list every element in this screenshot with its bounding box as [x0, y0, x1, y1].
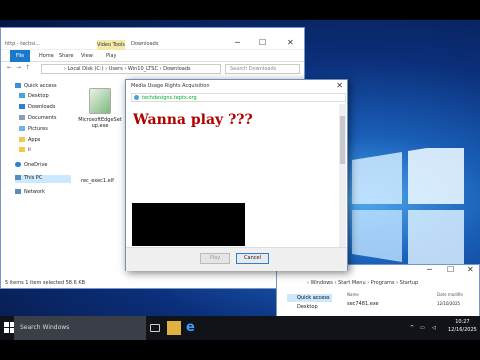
sidebar-item-downloads[interactable]: Downloads [19, 104, 55, 112]
network-icon[interactable]: ▭ [420, 325, 425, 331]
ribbon-tabs: Home Share View Play [1, 50, 304, 62]
windows-logo [352, 148, 464, 266]
document-icon [19, 115, 25, 120]
sidebar-item-apps[interactable]: Apps [19, 137, 40, 145]
sidebar-item-label: Network [24, 189, 45, 195]
sidebar-item-pictures[interactable]: Pictures [19, 126, 48, 134]
clock-date: 12/16/2025 [448, 327, 477, 333]
sidebar-item-quick-access[interactable]: Quick access [287, 294, 332, 302]
column-header-date[interactable]: Date modifie [437, 292, 463, 297]
search-input[interactable]: Search Downloads [225, 64, 300, 74]
video-tools-tab[interactable]: Video Tools [97, 40, 125, 50]
file-date: 12/10/2025 [437, 301, 461, 306]
dialog-footer: Play Cancel [126, 247, 347, 271]
nav-arrows-icon[interactable]: ←→↑ [7, 64, 34, 71]
tab-share[interactable]: Share [59, 53, 73, 59]
tab-view[interactable]: View [81, 53, 93, 59]
network-icon [15, 189, 21, 194]
minimize-icon[interactable]: ─ [235, 38, 240, 47]
sidebar-item-label: Quick access [24, 83, 57, 89]
installer-icon [89, 88, 111, 114]
picture-icon [19, 126, 25, 131]
sidebar-item-label: ii [28, 147, 31, 153]
url-text: techdesigns.teptx.org [142, 95, 197, 101]
letterbox-bottom [0, 340, 480, 360]
edge-icon[interactable]: e [186, 321, 200, 335]
sidebar-item-label: Documents [28, 115, 57, 121]
sidebar-item-label: This PC [24, 175, 43, 181]
file-label: rec_exec1.elf [81, 178, 114, 184]
table-row[interactable]: sec7481.exe [347, 301, 379, 307]
sidebar-item-network[interactable]: Network [15, 189, 45, 197]
sidebar-item-documents[interactable]: Documents [19, 115, 57, 123]
globe-icon [134, 95, 139, 100]
dialog-title: Media Usage Rights Acquisition [131, 83, 210, 89]
clock[interactable]: 10:27 12/16/2025 [448, 318, 477, 334]
media-rights-dialog[interactable]: Media Usage Rights Acquisition ✕ techdes… [125, 79, 348, 271]
clock-time: 10:27 [455, 319, 470, 325]
explorer-window-startup[interactable]: ─ ☐ ✕ › Windows › Start Menu › Programs … [276, 264, 480, 320]
star-icon [15, 83, 21, 88]
address-bar[interactable]: › Local Disk (C:) › Users › Win10_LTSC ›… [41, 64, 221, 74]
letterbox-top [0, 0, 480, 20]
title-bar[interactable]: http - techsi... Video Tools Downloads ─… [1, 28, 304, 50]
computer-icon [15, 175, 21, 180]
cancel-button[interactable]: Cancel [236, 253, 269, 264]
folder-icon [19, 147, 25, 152]
minimize-icon[interactable]: ─ [427, 265, 432, 274]
file-item[interactable]: rec_exec1.elf [81, 178, 114, 184]
tab-home[interactable]: Home [39, 53, 54, 59]
status-bar: 5 items 1 item selected 58.6 KB [5, 280, 86, 286]
address-bar[interactable]: › Windows › Start Menu › Programs › Star… [307, 280, 418, 286]
play-button[interactable]: Play [200, 253, 230, 264]
task-view-icon[interactable] [150, 324, 160, 332]
tab-play[interactable]: Play [106, 53, 116, 59]
sidebar-item-desktop[interactable]: Desktop [19, 93, 49, 101]
url-bar: techdesigns.teptx.org [131, 93, 346, 102]
file-name: sec7481.exe [347, 301, 379, 307]
maximize-icon[interactable]: ☐ [259, 38, 266, 47]
quick-access-toolbar: http - techsi... [5, 41, 40, 47]
maximize-icon[interactable]: ☐ [447, 265, 454, 274]
scrollbar-thumb[interactable] [340, 116, 345, 164]
taskbar: Search Windows e ^ ▭ ◁ 10:27 12/16/2025 [0, 316, 480, 340]
tray-chevron-icon[interactable]: ^ [410, 325, 414, 331]
sidebar-item-label: OneDrive [24, 162, 48, 168]
embedded-media-area[interactable] [132, 203, 245, 246]
sidebar-item-desktop[interactable]: Desktop [297, 304, 318, 310]
dialog-content: Wanna play ??? [127, 104, 339, 247]
file-label: up.exe [91, 123, 109, 129]
sidebar-item-label: Downloads [28, 104, 56, 110]
sidebar-item-label: Apps [28, 137, 41, 143]
column-header-name[interactable]: Name [347, 292, 359, 297]
sidebar-item-label: Desktop [28, 93, 49, 99]
file-explorer-icon[interactable] [167, 321, 181, 335]
close-icon[interactable]: ✕ [336, 81, 343, 90]
sidebar-item-this-pc[interactable]: This PC [15, 175, 71, 183]
cloud-icon [15, 162, 21, 167]
taskbar-search-input[interactable]: Search Windows [14, 316, 146, 340]
sidebar-item-ii[interactable]: ii [19, 147, 31, 155]
scrollbar[interactable] [339, 104, 346, 247]
sidebar-item-quick-access[interactable]: Quick access [15, 83, 57, 91]
file-item[interactable]: MicrosoftEdgeSet up.exe [76, 88, 124, 129]
window-title: Downloads [131, 41, 159, 47]
desktop-icon [19, 93, 25, 98]
screen: http - techsi... Video Tools Downloads ─… [0, 0, 480, 360]
download-icon [19, 104, 25, 109]
tab-file[interactable]: File [10, 50, 30, 62]
close-icon[interactable]: ✕ [287, 38, 294, 47]
volume-icon[interactable]: ◁ [432, 325, 436, 331]
sidebar-item-label: Pictures [28, 126, 48, 132]
close-icon[interactable]: ✕ [467, 265, 474, 274]
sidebar-item-onedrive[interactable]: OneDrive [15, 162, 48, 170]
headline: Wanna play ??? [133, 112, 253, 128]
folder-icon [19, 137, 25, 142]
